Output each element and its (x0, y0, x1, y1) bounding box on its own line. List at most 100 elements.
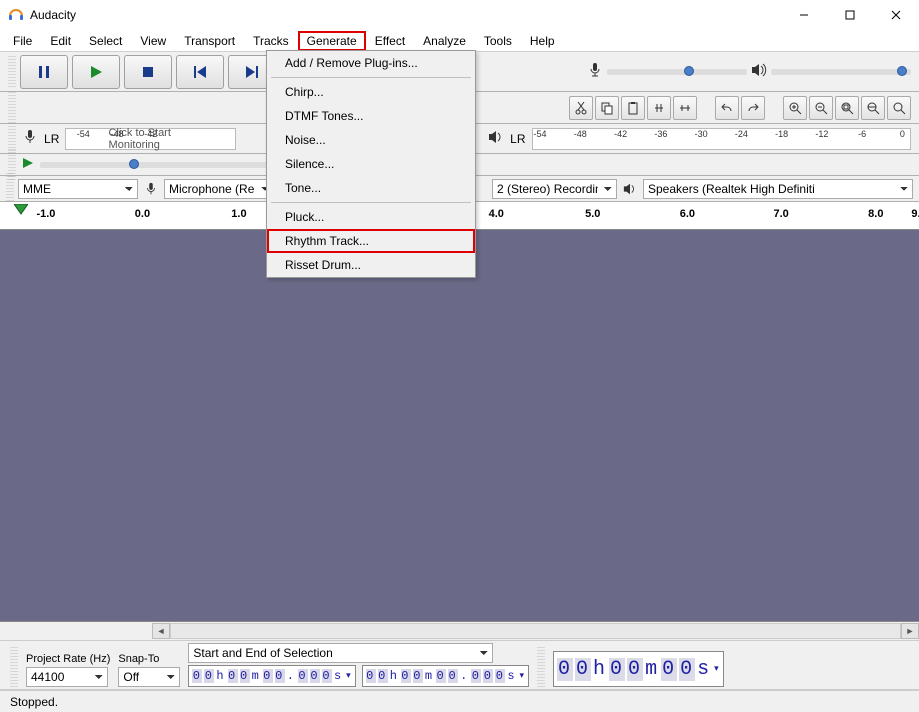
zoom-out-button[interactable] (809, 96, 833, 120)
stop-button[interactable] (124, 55, 172, 89)
scroll-right-button[interactable]: ► (901, 623, 919, 639)
timeline-label: 8.0 (868, 208, 883, 220)
speaker-icon (488, 129, 504, 148)
playback-device-select[interactable]: Speakers (Realtek High Definiti (643, 179, 913, 199)
toolbar-grip[interactable] (8, 56, 16, 88)
zoom-in-button[interactable] (783, 96, 807, 120)
meter-tick: 0 (900, 129, 905, 139)
meter-tick: -42 (144, 129, 157, 139)
meter-tick: -6 (858, 129, 866, 139)
meter-channel-labels: LR (510, 132, 525, 146)
menu-tracks[interactable]: Tracks (244, 31, 298, 51)
redo-button[interactable] (741, 96, 765, 120)
timeline-label: -1.0 (36, 208, 55, 220)
cut-button[interactable] (569, 96, 593, 120)
scroll-left-button[interactable]: ◄ (152, 623, 170, 639)
menu-item-silence[interactable]: Silence... (267, 152, 475, 176)
menu-item-noise[interactable]: Noise... (267, 128, 475, 152)
audio-host-select[interactable]: MME (18, 179, 138, 199)
horizontal-scrollbar[interactable]: ◄ ► (0, 622, 919, 640)
timeline-label: 1.0 (231, 208, 246, 220)
timeline-label: 0.0 (135, 208, 150, 220)
mic-icon (22, 129, 38, 148)
project-rate-select[interactable]: 44100 (26, 667, 108, 687)
speaker-icon (751, 62, 767, 81)
zoom-toggle-button[interactable] (887, 96, 911, 120)
menu-separator (271, 77, 471, 78)
time-format-dropdown[interactable]: ▾ (520, 671, 527, 681)
menu-item-tone[interactable]: Tone... (267, 176, 475, 200)
menu-item-rhythm-track[interactable]: Rhythm Track... (267, 229, 475, 253)
play-at-speed-button[interactable] (22, 157, 34, 172)
selection-start-time[interactable]: 00h00m00.000s▾ (188, 665, 355, 687)
title-bar: Audacity (0, 0, 919, 30)
timeline-label: 5.0 (585, 208, 600, 220)
speaker-icon (621, 182, 639, 196)
meter-tick: -24 (735, 129, 748, 139)
generate-menu: Add / Remove Plug-ins... Chirp...DTMF Ton… (266, 50, 476, 278)
skip-start-button[interactable] (176, 55, 224, 89)
snap-to-select[interactable]: Off (118, 667, 180, 687)
menu-generate[interactable]: Generate (298, 31, 366, 51)
mic-icon (142, 182, 160, 196)
menu-file[interactable]: File (4, 31, 41, 51)
time-format-dropdown[interactable]: ▾ (714, 664, 721, 674)
status-bar: Stopped. (0, 690, 919, 712)
snap-to-label: Snap-To (118, 653, 180, 665)
menu-analyze[interactable]: Analyze (414, 31, 475, 51)
menu-select[interactable]: Select (80, 31, 131, 51)
menu-edit[interactable]: Edit (41, 31, 80, 51)
trim-button[interactable] (647, 96, 671, 120)
menu-view[interactable]: View (131, 31, 175, 51)
play-button[interactable] (72, 55, 120, 89)
undo-button[interactable] (715, 96, 739, 120)
menu-item-chirp[interactable]: Chirp... (267, 80, 475, 104)
meter-tick: -54 (534, 129, 547, 139)
toolbar-grip[interactable] (537, 647, 545, 687)
meter-tick: -36 (654, 129, 667, 139)
time-format-dropdown[interactable]: ▾ (346, 671, 353, 681)
menu-item-risset-drum[interactable]: Risset Drum... (267, 253, 475, 277)
pause-button[interactable] (20, 55, 68, 89)
playhead-icon[interactable] (14, 204, 28, 219)
toolbar-grip[interactable] (8, 92, 16, 124)
track-panel[interactable] (0, 230, 919, 622)
silence-button[interactable] (673, 96, 697, 120)
timeline-label: 4.0 (489, 208, 504, 220)
recording-channels-select[interactable]: 2 (Stereo) Recording Chann (492, 179, 617, 199)
recording-meter[interactable]: Click to Start Monitoring -54-48-42 (65, 128, 236, 150)
menu-tools[interactable]: Tools (475, 31, 521, 51)
menu-item-add-remove-plug-ins[interactable]: Add / Remove Plug-ins... (267, 51, 475, 75)
selection-range-select[interactable]: Start and End of Selection (188, 643, 493, 663)
menu-help[interactable]: Help (521, 31, 564, 51)
selection-end-time[interactable]: 00h00m00.000s▾ (362, 665, 529, 687)
audio-position-time[interactable]: 00h00m00s▾ (553, 651, 724, 687)
fit-project-button[interactable] (861, 96, 885, 120)
toolbar-grip[interactable] (10, 647, 18, 687)
menu-effect[interactable]: Effect (366, 31, 414, 51)
meter-tick: -12 (815, 129, 828, 139)
menu-item-dtmf-tones[interactable]: DTMF Tones... (267, 104, 475, 128)
paste-button[interactable] (621, 96, 645, 120)
timeline-label: 7.0 (773, 208, 788, 220)
recording-device-select[interactable]: Microphone (Realtek High Definiti (164, 179, 274, 199)
maximize-button[interactable] (827, 0, 873, 30)
minimize-button[interactable] (781, 0, 827, 30)
meter-channel-labels: LR (44, 132, 59, 146)
meter-tick: -54 (77, 129, 90, 139)
menu-separator (271, 202, 471, 203)
toolbar-grip[interactable] (6, 173, 14, 205)
playback-meter[interactable]: -54-48-42-36-30-24-18-12-60 (532, 128, 912, 150)
recording-volume-slider[interactable] (607, 69, 747, 75)
selection-toolbar: Project Rate (Hz) 44100 Snap-To Off Star… (0, 640, 919, 690)
project-rate-label: Project Rate (Hz) (26, 653, 110, 665)
app-title: Audacity (30, 8, 76, 22)
meter-tick: -42 (614, 129, 627, 139)
meter-tick: -48 (110, 129, 123, 139)
close-button[interactable] (873, 0, 919, 30)
copy-button[interactable] (595, 96, 619, 120)
menu-transport[interactable]: Transport (175, 31, 244, 51)
menu-item-pluck[interactable]: Pluck... (267, 205, 475, 229)
playback-volume-slider[interactable] (771, 69, 911, 75)
zoom-selection-button[interactable] (835, 96, 859, 120)
